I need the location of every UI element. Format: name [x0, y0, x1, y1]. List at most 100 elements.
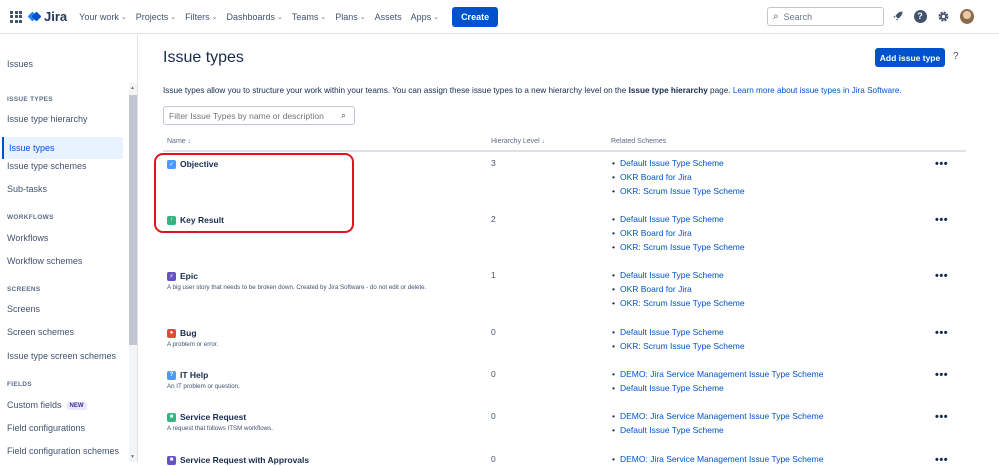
- sidebar-item-label: Custom fields: [7, 400, 62, 410]
- related-scheme-link[interactable]: OKR: Scrum Issue Type Scheme: [612, 186, 745, 196]
- related-scheme-link[interactable]: DEMO: Jira Service Management Issue Type…: [612, 369, 823, 379]
- app-switcher-icon[interactable]: [10, 10, 22, 23]
- scroll-down-icon[interactable]: ▼: [130, 454, 135, 460]
- related-scheme-link[interactable]: OKR: Scrum Issue Type Scheme: [612, 242, 745, 252]
- issue-type-name[interactable]: ■ Service Request: [167, 412, 246, 422]
- learn-more-link[interactable]: Learn more about issue types in Jira Sof…: [733, 86, 902, 95]
- logo-text: Jira: [44, 9, 68, 24]
- hierarchy-level-value: 0: [491, 369, 496, 379]
- nav-assets[interactable]: Assets: [375, 12, 402, 22]
- issue-type-label: Service Request: [180, 412, 247, 422]
- sidebar-item-issue-types[interactable]: Issue types: [2, 137, 123, 159]
- search-icon: ⌕: [773, 11, 779, 22]
- sidebar-item-custom-fields[interactable]: Custom fields NEW: [7, 400, 87, 410]
- chevron-down-icon: ⌄: [433, 13, 440, 21]
- avatar[interactable]: [960, 8, 974, 24]
- more-actions-icon[interactable]: •••: [935, 327, 948, 339]
- nav-your-work[interactable]: Your work ⌄: [79, 12, 127, 22]
- related-scheme-link[interactable]: OKR: Scrum Issue Type Scheme: [612, 341, 745, 351]
- sidebar-item-workflow-schemes[interactable]: Workflow schemes: [7, 256, 82, 266]
- search-icon: ⌕: [341, 110, 347, 120]
- create-button[interactable]: Create: [452, 6, 499, 27]
- hierarchy-reference: Issue type hierarchy: [628, 86, 708, 95]
- issue-type-label: Epic: [180, 271, 198, 281]
- nav-filters[interactable]: Filters ⌄: [185, 12, 217, 22]
- issue-type-name[interactable]: ● Bug: [167, 328, 197, 338]
- more-actions-icon[interactable]: •••: [935, 158, 948, 170]
- sidebar-item-screen-schemes[interactable]: Screen schemes: [7, 327, 74, 337]
- nav-projects[interactable]: Projects ⌄: [136, 12, 176, 22]
- related-scheme-link[interactable]: Default Issue Type Scheme: [612, 158, 724, 168]
- nav-teams[interactable]: Teams ⌄: [292, 12, 326, 22]
- sidebar-item-issue-type-hierarchy[interactable]: Issue type hierarchy: [7, 114, 88, 124]
- issue-type-name[interactable]: ⚡ Epic: [167, 271, 198, 281]
- notifications-rocket-icon[interactable]: [891, 9, 905, 23]
- help-icon[interactable]: ?: [913, 9, 927, 23]
- more-actions-icon[interactable]: •••: [935, 270, 948, 282]
- issue-type-label: Key Result: [180, 215, 224, 225]
- more-actions-icon[interactable]: •••: [935, 454, 948, 466]
- related-scheme-link[interactable]: OKR Board for Jira: [612, 172, 692, 182]
- related-scheme-link[interactable]: OKR Board for Jira: [612, 284, 692, 294]
- more-actions-icon[interactable]: •••: [935, 411, 948, 423]
- sidebar-item-workflows[interactable]: Workflows: [7, 233, 48, 243]
- more-actions-icon[interactable]: •••: [935, 369, 948, 381]
- issue-type-label: Bug: [180, 328, 197, 338]
- more-actions-icon[interactable]: •••: [935, 214, 948, 226]
- issue-type-name[interactable]: ✓ Objective: [167, 159, 218, 169]
- settings-gear-icon[interactable]: [936, 9, 950, 23]
- chevron-down-icon: ⌄: [320, 13, 327, 21]
- column-header-hierarchy-level[interactable]: Hierarchy Level ↓: [491, 138, 545, 145]
- issue-type-description: A big user story that needs to be broken…: [167, 284, 427, 291]
- chevron-down-icon: ⌄: [120, 13, 127, 21]
- scroll-up-icon[interactable]: ▲: [130, 85, 135, 91]
- related-scheme-link[interactable]: Default Issue Type Scheme: [612, 383, 724, 393]
- related-scheme-link[interactable]: Default Issue Type Scheme: [612, 425, 724, 435]
- related-scheme-link[interactable]: Default Issue Type Scheme: [612, 327, 724, 337]
- new-badge: NEW: [66, 402, 87, 410]
- related-scheme-link[interactable]: Default Issue Type Scheme: [612, 214, 724, 224]
- issue-type-icon: ■: [167, 412, 176, 422]
- issue-type-description: An IT problem or question.: [167, 383, 240, 390]
- scroll-thumb[interactable]: [129, 95, 137, 345]
- search-input[interactable]: ⌕ Search: [767, 7, 884, 26]
- related-scheme-link[interactable]: DEMO: Jira Service Management Issue Type…: [612, 454, 823, 464]
- filter-issue-types-input[interactable]: [163, 106, 355, 125]
- sidebar-scrollbar[interactable]: ▲ ▼: [129, 83, 137, 462]
- nav-plans[interactable]: Plans ⌄: [335, 12, 365, 22]
- sidebar-item-field-configurations[interactable]: Field configurations: [7, 423, 85, 433]
- related-scheme-link[interactable]: DEMO: Jira Service Management Issue Type…: [612, 411, 823, 421]
- issue-type-name[interactable]: ■ Service Request with Approvals: [167, 455, 309, 465]
- issue-type-icon: ↑: [167, 215, 176, 225]
- top-navigation: Jira Your work ⌄ Projects ⌄ Filters ⌄ Dashb…: [0, 0, 999, 34]
- sidebar-title: Issues: [7, 59, 34, 69]
- column-header-name[interactable]: Name ↕: [167, 138, 191, 145]
- sidebar-item-screens[interactable]: Screens: [7, 304, 40, 314]
- add-issue-type-button[interactable]: Add issue type: [875, 48, 945, 67]
- issue-type-description: A problem or error.: [167, 341, 219, 348]
- sidebar-item-issue-type-screen-schemes[interactable]: Issue type screen schemes: [7, 351, 116, 361]
- hierarchy-level-value: 1: [491, 270, 496, 280]
- chevron-down-icon: ⌄: [277, 13, 283, 21]
- hierarchy-level-value: 0: [491, 327, 496, 337]
- sidebar-item-field-configuration-schemes[interactable]: Field configuration schemes: [7, 446, 119, 456]
- related-scheme-link[interactable]: Default Issue Type Scheme: [612, 270, 724, 280]
- section-issue-types: ISSUE TYPES: [7, 96, 53, 103]
- sidebar-item-sub-tasks[interactable]: Sub-tasks: [7, 184, 47, 194]
- hierarchy-level-value: 0: [491, 411, 496, 421]
- help-question-icon[interactable]: ?: [953, 51, 959, 62]
- sidebar-item-issue-type-schemes[interactable]: Issue type schemes: [7, 161, 87, 171]
- issue-type-icon: ✓: [167, 159, 176, 169]
- sort-icon: ↕: [187, 139, 191, 145]
- nav-apps[interactable]: Apps ⌄: [411, 12, 439, 22]
- page-description: Issue types allow you to structure your …: [163, 86, 902, 95]
- hierarchy-level-value: 2: [491, 214, 496, 224]
- nav-dashboards[interactable]: Dashboards ⌄: [226, 12, 282, 22]
- chevron-down-icon: ⌄: [359, 13, 366, 21]
- sidebar: Issues ISSUE TYPES Issue type hierarchy …: [0, 35, 138, 462]
- issue-type-name[interactable]: ↑ Key Result: [167, 215, 224, 225]
- related-scheme-link[interactable]: OKR Board for Jira: [612, 228, 692, 238]
- jira-logo[interactable]: Jira: [27, 9, 68, 24]
- related-scheme-link[interactable]: OKR: Scrum Issue Type Scheme: [612, 298, 745, 308]
- issue-type-name[interactable]: ? IT Help: [167, 370, 208, 380]
